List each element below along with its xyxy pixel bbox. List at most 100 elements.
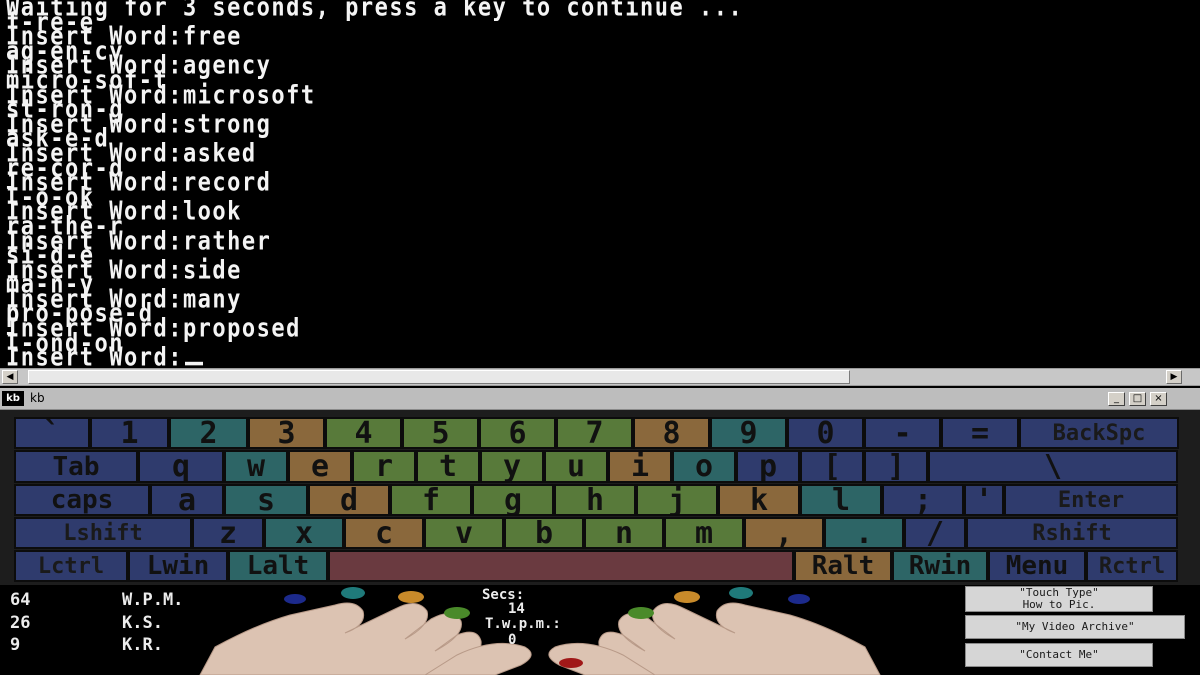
right-pinky-tip: [788, 594, 810, 604]
key-4[interactable]: 4: [325, 417, 402, 449]
key-g[interactable]: g: [472, 484, 554, 516]
key-r[interactable]: r: [352, 450, 416, 483]
scroll-thumb[interactable]: [28, 370, 850, 384]
key-6[interactable]: 6: [479, 417, 556, 449]
key-ralt[interactable]: Ralt: [794, 550, 892, 582]
left-ring-tip: [341, 587, 365, 599]
stats-area: 64 W.P.M. 26 K.S. 9 K.R. Secs: 14 T.w.p.…: [0, 585, 1200, 675]
key-s[interactable]: s: [224, 484, 308, 516]
secs-value: 14: [508, 601, 525, 617]
key-rwin[interactable]: Rwin: [892, 550, 988, 582]
key-5[interactable]: 5: [402, 417, 479, 449]
wpm-label: W.P.M.: [122, 590, 184, 610]
key-slash[interactable]: /: [904, 517, 966, 549]
kb-app-icon: kb: [2, 391, 24, 406]
key-lalt[interactable]: Lalt: [228, 550, 328, 582]
right-ring-tip: [729, 587, 753, 599]
minimize-button[interactable]: _: [1108, 392, 1125, 406]
arrow-right-icon: ▶: [1170, 372, 1178, 382]
key-equals[interactable]: =: [941, 417, 1019, 449]
key-rctrl[interactable]: Rctrl: [1086, 550, 1178, 582]
close-button[interactable]: ×: [1150, 392, 1167, 406]
text-cursor: [184, 362, 203, 366]
key-q[interactable]: q: [138, 450, 224, 483]
minimize-icon: _: [1114, 393, 1119, 404]
key-t[interactable]: t: [416, 450, 480, 483]
key-i[interactable]: i: [608, 450, 672, 483]
key-h[interactable]: h: [554, 484, 636, 516]
key-tab[interactable]: Tab: [14, 450, 138, 483]
key-lwin[interactable]: Lwin: [128, 550, 228, 582]
key-x[interactable]: x: [264, 517, 344, 549]
key-backtick[interactable]: `: [14, 417, 90, 449]
left-hand: [199, 602, 532, 675]
key-semicolon[interactable]: ;: [882, 484, 964, 516]
console-output: Waiting for 3 seconds, press a key to co…: [6, 0, 743, 370]
right-hand: [548, 602, 881, 675]
kr-value: 9: [10, 635, 21, 655]
key-lshift[interactable]: Lshift: [14, 517, 192, 549]
key-enter[interactable]: Enter: [1004, 484, 1178, 516]
scroll-left-button[interactable]: ◀: [2, 370, 18, 384]
key-lctrl[interactable]: Lctrl: [14, 550, 128, 582]
key-f[interactable]: f: [390, 484, 472, 516]
right-index-tip: [628, 607, 654, 619]
left-pinky-tip: [284, 594, 306, 604]
console-line: Insert Word:: [6, 345, 743, 370]
video-archive-label: "My Video Archive": [1015, 620, 1135, 633]
key-rbracket[interactable]: ]: [864, 450, 928, 483]
key-3[interactable]: 3: [248, 417, 325, 449]
key-w[interactable]: w: [224, 450, 288, 483]
key-space[interactable]: [328, 550, 794, 582]
key-9[interactable]: 9: [710, 417, 787, 449]
key-quote[interactable]: ': [964, 484, 1004, 516]
key-period[interactable]: .: [824, 517, 904, 549]
key-c[interactable]: c: [344, 517, 424, 549]
key-1[interactable]: 1: [90, 417, 169, 449]
virtual-keyboard: ` 1 2 3 4 5 6 7 8 9 0- = BackSpc Tab q w e r t y u i o p[] \ caps…: [0, 410, 1200, 585]
key-lbracket[interactable]: [: [800, 450, 864, 483]
arrow-left-icon: ◀: [6, 372, 14, 382]
key-b[interactable]: b: [504, 517, 584, 549]
key-m[interactable]: m: [664, 517, 744, 549]
thumb-tip: [559, 658, 583, 668]
key-backspace[interactable]: BackSpc: [1019, 417, 1179, 449]
key-e[interactable]: e: [288, 450, 352, 483]
key-u[interactable]: u: [544, 450, 608, 483]
key-k[interactable]: k: [718, 484, 800, 516]
twpm-value: 0: [508, 632, 517, 648]
twpm-label: T.w.p.m.:: [485, 616, 561, 632]
key-l[interactable]: l: [800, 484, 882, 516]
horizontal-scrollbar[interactable]: ◀ ▶: [0, 368, 1200, 386]
key-caps[interactable]: caps: [14, 484, 150, 516]
key-a[interactable]: a: [150, 484, 224, 516]
scroll-right-button[interactable]: ▶: [1166, 370, 1182, 384]
console-window[interactable]: Waiting for 3 seconds, press a key to co…: [0, 0, 1200, 370]
key-rshift[interactable]: Rshift: [966, 517, 1178, 549]
key-p[interactable]: p: [736, 450, 800, 483]
left-middle-tip: [398, 591, 424, 603]
key-z[interactable]: z: [192, 517, 264, 549]
key-v[interactable]: v: [424, 517, 504, 549]
key-minus[interactable]: -: [864, 417, 941, 449]
key-d[interactable]: d: [308, 484, 390, 516]
key-0[interactable]: 0: [787, 417, 864, 449]
wpm-value: 64: [10, 590, 31, 610]
maximize-icon: □: [1132, 393, 1143, 404]
key-7[interactable]: 7: [556, 417, 633, 449]
maximize-button[interactable]: □: [1129, 392, 1146, 406]
key-o[interactable]: o: [672, 450, 736, 483]
key-n[interactable]: n: [584, 517, 664, 549]
video-archive-button[interactable]: "My Video Archive": [965, 615, 1185, 639]
key-2[interactable]: 2: [169, 417, 248, 449]
key-comma[interactable]: ,: [744, 517, 824, 549]
key-backslash[interactable]: \: [928, 450, 1178, 483]
kb-window-titlebar[interactable]: kb kb _ □ ×: [0, 388, 1200, 410]
key-menu[interactable]: Menu: [988, 550, 1086, 582]
key-8[interactable]: 8: [633, 417, 710, 449]
key-y[interactable]: y: [480, 450, 544, 483]
touch-type-button[interactable]: "Touch Type" How to Pic.: [965, 586, 1153, 612]
key-j[interactable]: j: [636, 484, 718, 516]
contact-label: "Contact Me": [1019, 648, 1099, 661]
contact-button[interactable]: "Contact Me": [965, 643, 1153, 667]
